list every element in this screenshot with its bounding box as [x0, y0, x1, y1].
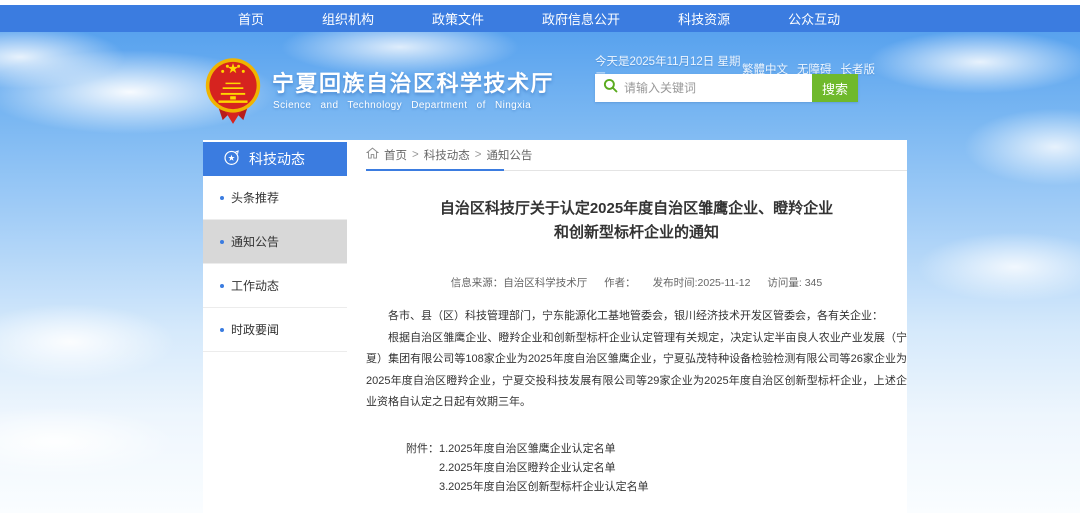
nav-item-organization[interactable]: 组织机构 — [322, 9, 374, 28]
site-subtitle: Science and Technology Department of Nin… — [273, 100, 531, 111]
article-body: 各市、县（区）科技管理部门，宁东能源化工基地管委会，银川经济技术开发区管委会，各… — [366, 306, 907, 414]
content-panel: 科技动态 头条推荐 通知公告 工作动态 时政要闻 — [203, 140, 907, 513]
sidebar-item-headlines[interactable]: 头条推荐 — [203, 176, 347, 220]
article-area: 首页 > 科技动态 > 通知公告 自治区科技厅关于认定2025年度自治区雏鹰企业… — [366, 140, 907, 497]
site-title: 宁夏回族自治区科学技术厅 — [272, 66, 554, 98]
meta-source: 信息来源：自治区科学技术厅 — [451, 277, 588, 289]
nav-item-interaction[interactable]: 公众互动 — [788, 9, 840, 28]
sidebar-item-notices[interactable]: 通知公告 — [203, 220, 347, 264]
article-paragraph: 各市、县（区）科技管理部门，宁东能源化工基地管委会，银川经济技术开发区管委会，各… — [366, 306, 907, 328]
meta-author: 作者： — [604, 277, 636, 289]
bullet-dot-icon — [220, 284, 224, 288]
sidebar: 科技动态 头条推荐 通知公告 工作动态 时政要闻 — [203, 142, 347, 352]
attachment-link-2[interactable]: 2.2025年度自治区瞪羚企业认定名单 — [439, 459, 649, 478]
article-title: 自治区科技厅关于认定2025年度自治区雏鹰企业、瞪羚企业 和创新型标杆企业的通知 — [366, 197, 907, 245]
search-field — [595, 74, 812, 102]
bullet-dot-icon — [220, 328, 224, 332]
attachment-link-1[interactable]: 1.2025年度自治区雏鹰企业认定名单 — [439, 440, 649, 459]
national-emblem-logo — [203, 56, 263, 133]
breadcrumb-section[interactable]: 科技动态 — [424, 147, 470, 163]
sidebar-header: 科技动态 — [203, 142, 347, 176]
breadcrumb-separator: > — [412, 149, 419, 161]
article-title-line-2: 和创新型标杆企业的通知 — [366, 221, 907, 245]
search-icon — [603, 78, 618, 98]
nav-item-home[interactable]: 首页 — [238, 9, 264, 28]
breadcrumb: 首页 > 科技动态 > 通知公告 — [366, 140, 907, 169]
breadcrumb-separator: > — [475, 149, 482, 161]
sidebar-item-work-news[interactable]: 工作动态 — [203, 264, 347, 308]
sidebar-item-political-news[interactable]: 时政要闻 — [203, 308, 347, 352]
page-root: 首页 组织机构 政策文件 政府信息公开 科技资源 公众互动 宁夏回族自治区科学技… — [0, 0, 1080, 513]
top-navbar: 首页 组织机构 政策文件 政府信息公开 科技资源 公众互动 — [0, 5, 1080, 32]
attachments-block: 附件： 1.2025年度自治区雏鹰企业认定名单 2.2025年度自治区瞪羚企业认… — [406, 440, 907, 497]
search-button[interactable]: 搜索 — [812, 74, 858, 102]
breadcrumb-current[interactable]: 通知公告 — [486, 147, 532, 163]
star-circle-icon — [223, 149, 240, 169]
attachments-label: 附件： — [406, 440, 439, 497]
home-icon — [366, 147, 379, 162]
search-bar: 搜索 — [595, 74, 858, 102]
attachments-list: 1.2025年度自治区雏鹰企业认定名单 2.2025年度自治区瞪羚企业认定名单 … — [439, 440, 649, 497]
article-meta: 信息来源：自治区科学技术厅 作者： 发布时间:2025-11-12 访问量: 3… — [366, 275, 907, 290]
meta-publish-time: 发布时间:2025-11-12 — [653, 277, 751, 289]
article-title-line-1: 自治区科技厅关于认定2025年度自治区雏鹰企业、瞪羚企业 — [366, 197, 907, 221]
sidebar-title: 科技动态 — [249, 149, 305, 169]
sidebar-item-label: 头条推荐 — [231, 189, 279, 206]
sidebar-item-label: 通知公告 — [231, 233, 279, 250]
breadcrumb-divider — [366, 169, 907, 171]
article-paragraph: 根据自治区雏鹰企业、瞪羚企业和创新型标杆企业认定管理有关规定，决定认定半亩良人农… — [366, 328, 907, 414]
nav-item-resources[interactable]: 科技资源 — [678, 9, 730, 28]
sidebar-item-label: 工作动态 — [231, 277, 279, 294]
bullet-dot-icon — [220, 196, 224, 200]
search-input[interactable] — [624, 81, 804, 95]
breadcrumb-home[interactable]: 首页 — [384, 147, 407, 163]
nav-item-gov-info[interactable]: 政府信息公开 — [542, 9, 620, 28]
nav-item-policy[interactable]: 政策文件 — [432, 9, 484, 28]
bullet-dot-icon — [220, 240, 224, 244]
sidebar-item-label: 时政要闻 — [231, 321, 279, 338]
attachment-link-3[interactable]: 3.2025年度自治区创新型标杆企业认定名单 — [439, 478, 649, 497]
meta-views: 访问量: 345 — [767, 277, 822, 289]
